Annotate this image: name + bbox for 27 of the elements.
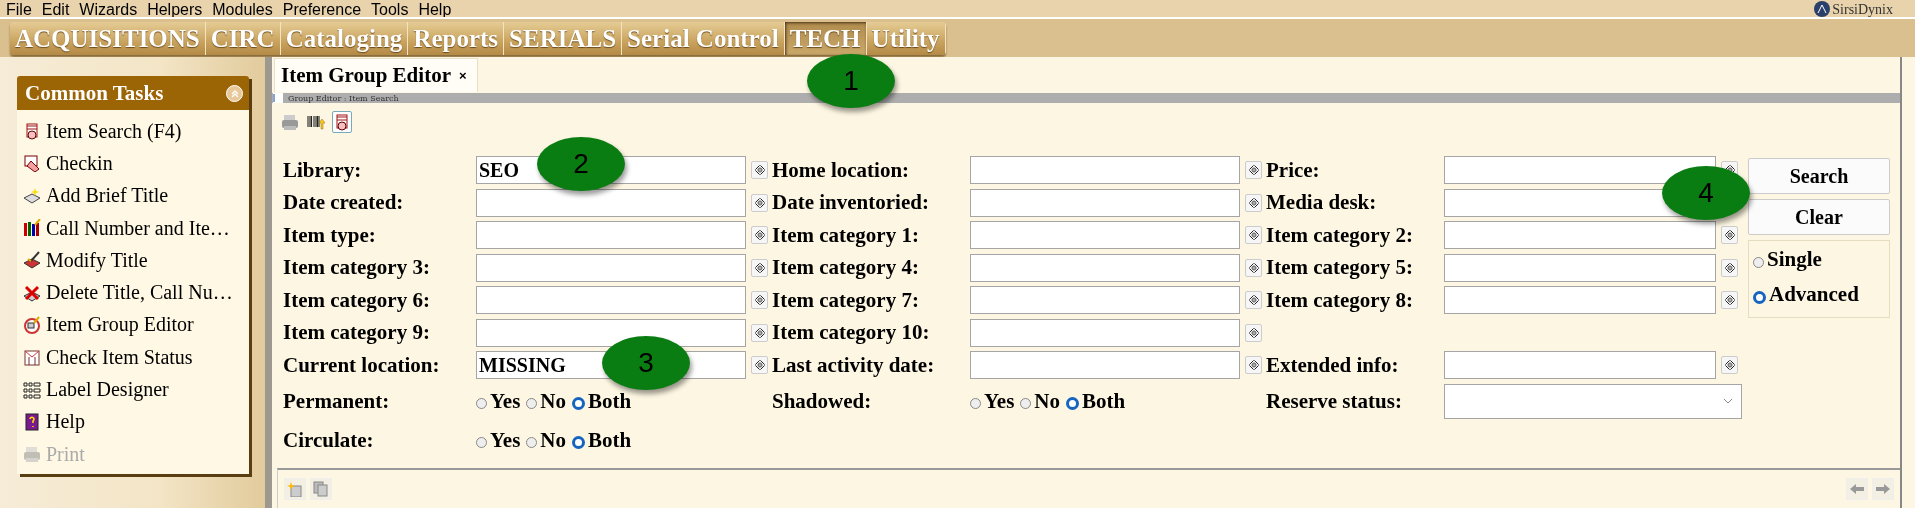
breadcrumb: Group Editor : Item Search bbox=[288, 93, 399, 103]
field-label: Item category 9: bbox=[283, 319, 431, 347]
field-label: Item category 6: bbox=[283, 286, 431, 314]
field-label: Item type: bbox=[283, 221, 377, 249]
field-label: Last activity date: bbox=[772, 351, 936, 379]
field-label: Item category 1: bbox=[772, 221, 920, 249]
field-label: Home location: bbox=[772, 156, 911, 184]
field-label: Item category 2: bbox=[1266, 221, 1414, 249]
panel-title: Common Tasks bbox=[25, 80, 164, 106]
field-label: Item category 8: bbox=[1266, 286, 1414, 314]
field-label: Shadowed: bbox=[772, 387, 873, 415]
brand-name: SirsiDynix bbox=[1832, 1, 1893, 17]
field-label: Current location: bbox=[283, 351, 441, 379]
field-label: Permanent: bbox=[283, 387, 391, 415]
field-label: Item category 5: bbox=[1266, 254, 1414, 282]
field-label: Date created: bbox=[283, 189, 405, 217]
field-label: Library: bbox=[283, 156, 363, 184]
field-label: Reserve status: bbox=[1266, 387, 1403, 415]
field-label: Date inventoried: bbox=[772, 189, 930, 217]
field-label: Item category 10: bbox=[772, 319, 931, 347]
field-label: Extended info: bbox=[1266, 351, 1400, 379]
field-label: Item category 4: bbox=[772, 254, 920, 282]
field-label: Item category 3: bbox=[283, 254, 431, 282]
field-label: Price: bbox=[1266, 156, 1321, 184]
field-label: Media desk: bbox=[1266, 189, 1378, 217]
field-label: Item category 7: bbox=[772, 286, 920, 314]
field-label: Circulate: bbox=[283, 426, 375, 454]
